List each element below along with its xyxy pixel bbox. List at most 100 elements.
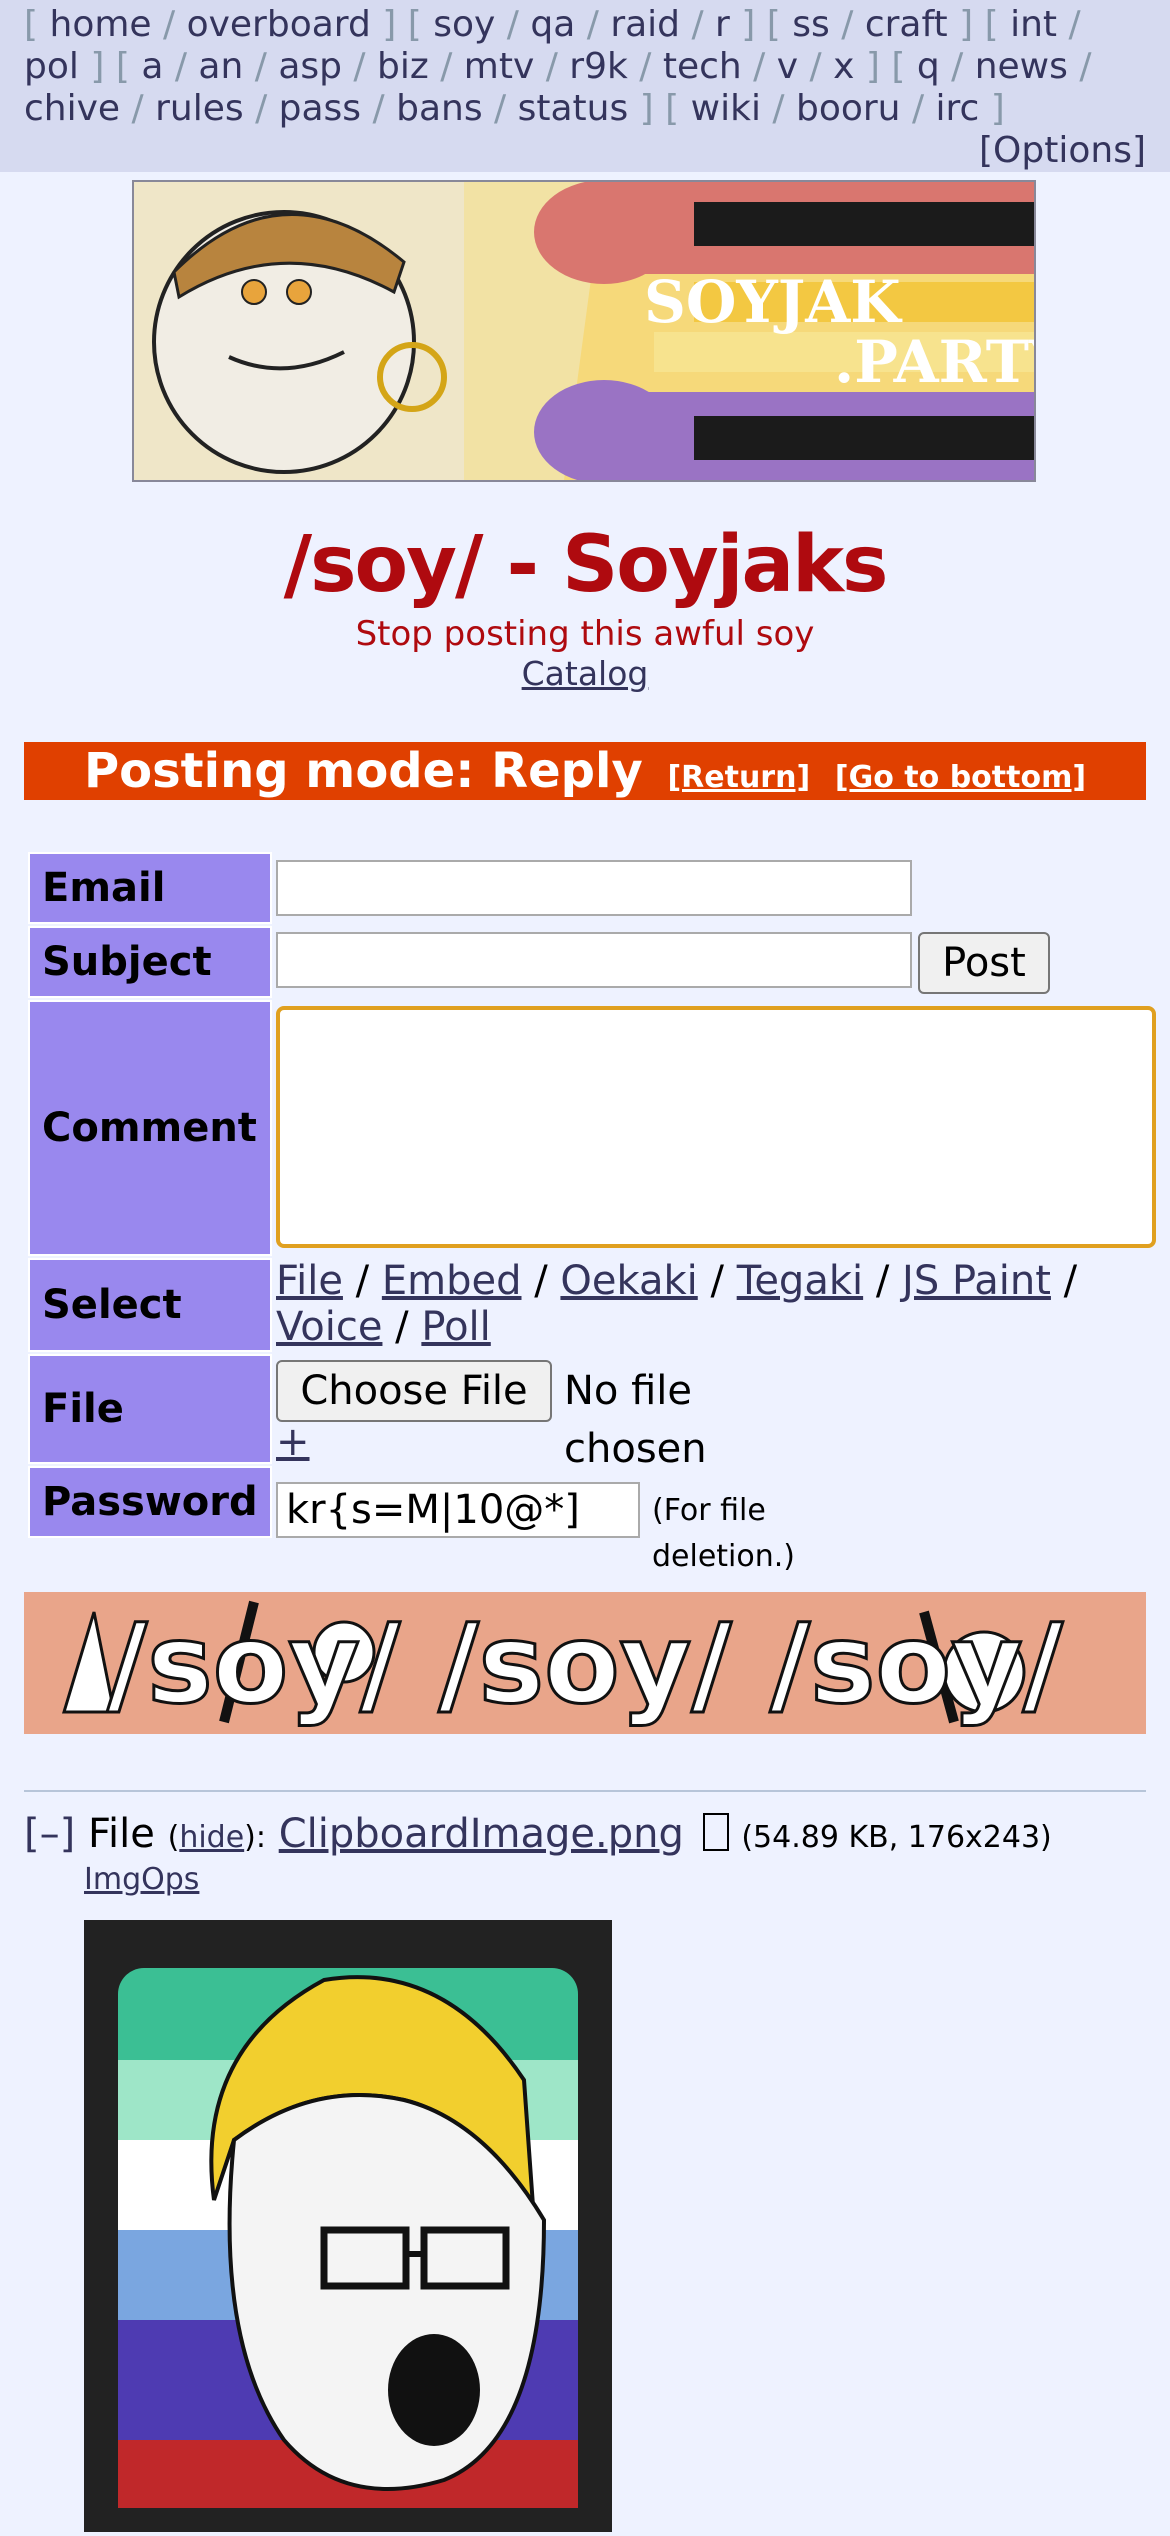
divider (24, 1790, 1146, 1792)
site-banner[interactable]: SOYJAK .PARTY (132, 180, 1036, 482)
file-label: File (28, 1354, 272, 1464)
separator: / (163, 46, 199, 87)
board-link-overboard[interactable]: overboard (187, 4, 371, 45)
separator: / (120, 88, 156, 129)
board-link-asp[interactable]: asp (278, 46, 342, 87)
separator: / (939, 46, 975, 87)
select-file-link[interactable]: File (276, 1258, 343, 1304)
board-link-a[interactable]: a (141, 46, 163, 87)
bracket-close: ] (947, 4, 985, 45)
separator: / (361, 88, 397, 129)
board-link-irc[interactable]: irc (936, 88, 980, 129)
board-link-booru[interactable]: booru (796, 88, 901, 129)
board-link-pol[interactable]: pol (24, 46, 79, 87)
board-link-int[interactable]: int (1010, 4, 1057, 45)
board-link-x[interactable]: x (833, 46, 854, 87)
board-link-home[interactable]: home (50, 4, 152, 45)
board-subtitle: Stop posting this awful soy (355, 614, 815, 654)
separator: / (760, 88, 796, 129)
bracket-close: ] (370, 4, 408, 45)
board-link-wiki[interactable]: wiki (691, 88, 761, 129)
imgops-link[interactable]: ImgOps (84, 1862, 199, 1897)
post-file-info: [–] File (hide): ClipboardImage.png (54.… (24, 1811, 1052, 1857)
bracket-open: [ (766, 4, 793, 45)
email-field[interactable] (276, 860, 912, 916)
separator: / (341, 46, 377, 87)
board-link-soy[interactable]: soy (433, 4, 495, 45)
post-thumbnail[interactable] (84, 1920, 612, 2532)
board-list: [ home / overboard ] [ soy / qa / raid /… (0, 0, 1170, 172)
bracket-close: ] (729, 4, 767, 45)
return-link[interactable]: [Return] (667, 760, 810, 795)
select-label: Select (28, 1258, 272, 1352)
catalog-link[interactable]: Catalog (0, 654, 1170, 693)
bracket-open: [ (115, 46, 142, 87)
bracket-open: [ (891, 46, 917, 87)
board-title: /soy/ - Soyjaks (283, 520, 889, 610)
board-link-r9k[interactable]: r9k (569, 46, 628, 87)
board-ad-banner[interactable]: /soy/ /soy/ /soy/ (24, 1592, 1146, 1734)
select-embed-link[interactable]: Embed (382, 1258, 522, 1304)
password-field[interactable] (276, 1482, 640, 1538)
select-jspaint-link[interactable]: JS Paint (902, 1258, 1051, 1304)
board-link-tech[interactable]: tech (663, 46, 742, 87)
options-link[interactable]: [Options] (24, 130, 1146, 172)
board-link-mtv[interactable]: mtv (464, 46, 535, 87)
board-link-v[interactable]: v (777, 46, 798, 87)
add-file-link[interactable]: + (276, 1422, 310, 1462)
separator: / (243, 46, 279, 87)
board-link-bans[interactable]: bans (396, 88, 482, 129)
board-link-chive[interactable]: chive (24, 88, 120, 129)
email-label: Email (28, 852, 272, 924)
top-navigation: [ home / overboard ] [ soy / qa / raid /… (0, 0, 1170, 172)
bracket-close: ] (979, 88, 1005, 129)
embed-options: File / Embed / Oekaki / Tegaki / JS Pain… (276, 1258, 1078, 1350)
posting-mode-title: Posting mode: Reply (83, 743, 643, 799)
bracket-close: ] (628, 88, 666, 129)
subject-field[interactable] (276, 932, 912, 988)
separator: / (151, 4, 187, 45)
banner-text-line1: SOYJAK (644, 268, 903, 336)
board-link-r[interactable]: r (715, 4, 730, 45)
separator: / (1067, 46, 1092, 87)
board-link-status[interactable]: status (518, 88, 629, 129)
board-link-q[interactable]: q (917, 46, 940, 87)
bracket-open: [ (407, 4, 434, 45)
select-tegaki-link[interactable]: Tegaki (737, 1258, 863, 1304)
separator: / (900, 88, 936, 129)
choose-file-button[interactable]: Choose File (276, 1360, 552, 1422)
collapse-post-button[interactable]: [–] (24, 1811, 75, 1857)
board-link-an[interactable]: an (198, 46, 243, 87)
bracket-open: [ (24, 4, 50, 45)
select-oekaki-link[interactable]: Oekaki (560, 1258, 697, 1304)
bracket-open: [ (665, 88, 691, 129)
separator: / (627, 46, 663, 87)
separator: / (428, 46, 464, 87)
board-link-biz[interactable]: biz (377, 46, 429, 87)
post-button[interactable]: Post (918, 932, 1050, 994)
separator: / (1057, 4, 1081, 45)
banner-image: SOYJAK .PARTY (134, 182, 1034, 480)
board-link-raid[interactable]: raid (610, 4, 680, 45)
board-link-news[interactable]: news (975, 46, 1068, 87)
hide-file-link[interactable]: hide (179, 1820, 244, 1855)
posting-mode-bar: Posting mode: Reply [Return] [Go to bott… (24, 742, 1146, 800)
separator: / (534, 46, 570, 87)
board-link-rules[interactable]: rules (155, 88, 244, 129)
select-poll-link[interactable]: Poll (421, 1304, 490, 1350)
subject-label: Subject (28, 926, 272, 998)
select-voice-link[interactable]: Voice (276, 1304, 382, 1350)
download-icon[interactable] (702, 1813, 729, 1851)
go-to-bottom-link[interactable]: [Go to bottom] (835, 760, 1086, 795)
banner-text-line2: .PARTY (834, 328, 1034, 396)
ad-banner-text: /soy/ /soy/ /soy/ (107, 1600, 1064, 1728)
separator: / (741, 46, 777, 87)
bracket-close: ] (78, 46, 116, 87)
board-link-ss[interactable]: ss (792, 4, 830, 45)
board-link-qa[interactable]: qa (530, 4, 575, 45)
comment-textarea[interactable] (276, 1006, 1156, 1248)
board-link-pass[interactable]: pass (279, 88, 361, 129)
board-link-craft[interactable]: craft (865, 4, 948, 45)
filename-link[interactable]: ClipboardImage.png (279, 1811, 684, 1857)
separator: / (482, 88, 518, 129)
